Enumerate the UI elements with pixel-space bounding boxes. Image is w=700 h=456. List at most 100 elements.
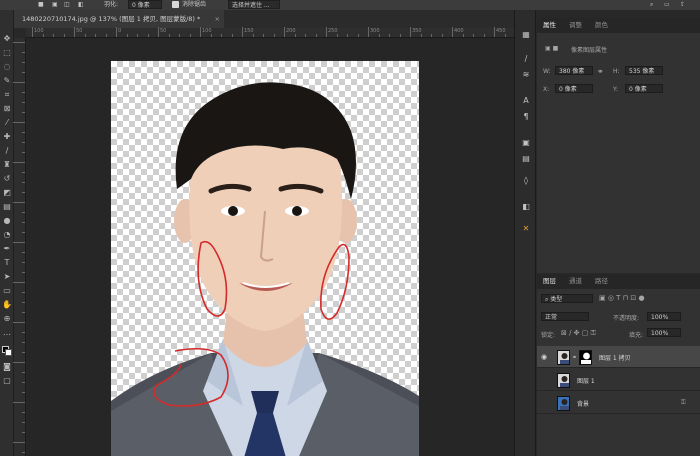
lock-icon[interactable]: ⚿ xyxy=(681,399,686,407)
pen-tool-icon[interactable]: ✒ xyxy=(2,244,12,254)
actions-panel-icon[interactable]: ▣ xyxy=(521,138,531,148)
ruler-tick xyxy=(273,34,275,37)
ruler-tick xyxy=(22,172,25,173)
tab-channels[interactable]: 通道 xyxy=(569,274,582,289)
feather-input[interactable]: 0 像素 xyxy=(128,0,162,9)
brush-tool-icon[interactable]: ∕ xyxy=(2,146,12,156)
ruler-tick xyxy=(84,34,86,37)
more-tools-icon[interactable]: … xyxy=(2,328,12,338)
intersect-selection-icon[interactable]: ◧ xyxy=(78,0,84,9)
history-panel-icon[interactable]: ▦ xyxy=(521,30,531,40)
hand-tool-icon[interactable]: ✋ xyxy=(2,300,12,310)
ruler-tick xyxy=(22,392,25,393)
ruler-tick xyxy=(22,132,25,133)
crop-tool-icon[interactable]: ⌗ xyxy=(2,90,12,100)
new-selection-icon[interactable]: ▣ xyxy=(52,0,58,9)
ruler-tick xyxy=(452,27,453,37)
ruler-tick xyxy=(137,34,138,37)
width-input[interactable]: 380 像素 xyxy=(555,66,593,75)
tab-color[interactable]: 颜色 xyxy=(595,18,608,33)
document-tab[interactable]: 1480220710174.jpg @ 137% (图层 1 拷贝, 图层蒙版/… xyxy=(14,10,224,28)
ruler-tick xyxy=(22,222,25,223)
navigator-icon[interactable]: ◧ xyxy=(521,202,531,212)
mask-link-icon[interactable]: ⚭ xyxy=(572,354,577,361)
ruler-tick xyxy=(42,34,44,37)
antialias-checkbox[interactable] xyxy=(172,0,179,9)
link-icon[interactable]: ⚭ xyxy=(597,67,604,76)
brush-presets-icon[interactable]: ≋ xyxy=(521,70,531,80)
move-tool-icon[interactable]: ✥ xyxy=(2,34,12,44)
tab-properties[interactable]: 属性 xyxy=(543,18,556,33)
lasso-tool-icon[interactable]: ◌ xyxy=(2,62,12,72)
eyedropper-tool-icon[interactable]: ⁄ xyxy=(2,118,12,128)
eraser-tool-icon[interactable]: ◩ xyxy=(2,188,12,198)
frame-tool-icon[interactable]: ⊠ xyxy=(2,104,12,114)
fill-input[interactable]: 100% xyxy=(647,328,681,337)
quick-select-tool-icon[interactable]: ✎ xyxy=(2,76,12,86)
layer-filter-select[interactable]: ⌕ 类型 xyxy=(541,294,593,303)
dodge-tool-icon[interactable]: ◔ xyxy=(2,230,12,240)
layer-thumbnail xyxy=(557,350,570,365)
healing-brush-icon[interactable]: ✚ xyxy=(2,132,12,142)
opacity-label: 不透明度: xyxy=(613,315,640,322)
portrait-thumb-icon xyxy=(560,353,569,364)
ruler-tick xyxy=(22,372,25,373)
y-input[interactable]: 0 像素 xyxy=(625,84,663,93)
mask-thumbnail[interactable] xyxy=(579,350,592,365)
lock-icons[interactable]: ⊠ ∕ ✥ ▢ ⚿ xyxy=(561,329,596,338)
ruler-tick xyxy=(22,192,25,193)
share-icon[interactable]: ⇪ xyxy=(680,0,685,9)
blur-tool-icon[interactable]: ● xyxy=(2,216,12,226)
tab-paths[interactable]: 路径 xyxy=(595,274,608,289)
panel-icon-strip: ▦ ∕ ≋ A ¶ ▣ ▤ ◊ ◧ ✕ xyxy=(514,10,536,456)
tool-preset-icon[interactable]: ■ xyxy=(38,0,44,9)
ruler-tick xyxy=(105,34,107,37)
ruler-tick xyxy=(483,34,485,37)
workspace-icon[interactable]: ▭ xyxy=(664,0,670,9)
mask-shape-icon xyxy=(581,352,591,364)
blend-mode-select[interactable]: 正常 xyxy=(541,312,589,321)
type-tool-icon[interactable]: T xyxy=(2,258,12,268)
close-icon[interactable]: × xyxy=(215,10,220,28)
search-icon[interactable]: ⌕ xyxy=(650,0,653,9)
history-brush-icon[interactable]: ↺ xyxy=(2,174,12,184)
color-swatches-icon[interactable] xyxy=(2,346,12,356)
tab-adjustments[interactable]: 调整 xyxy=(569,18,582,33)
rectangle-tool-icon[interactable]: ▭ xyxy=(2,286,12,296)
document-canvas[interactable] xyxy=(111,61,419,456)
screen-mode-icon[interactable]: ▢ xyxy=(2,376,12,386)
path-select-icon[interactable]: ➤ xyxy=(2,272,12,282)
quick-mask-icon[interactable]: ◙ xyxy=(2,362,12,372)
x-input[interactable]: 0 像素 xyxy=(555,84,593,93)
brush-settings-icon[interactable]: ∕ xyxy=(521,54,531,64)
clone-stamp-icon[interactable]: ♜ xyxy=(2,160,12,170)
ruler-tick xyxy=(22,352,25,353)
add-selection-icon[interactable]: ◫ xyxy=(64,0,70,9)
ruler-tick xyxy=(22,52,25,53)
canvas-area[interactable] xyxy=(26,38,514,456)
ruler-tick xyxy=(22,312,25,313)
select-and-mask-button[interactable]: 选择并遮住 ... xyxy=(228,0,280,9)
info-panel-icon[interactable]: ▤ xyxy=(521,154,531,164)
eye-icon[interactable]: ◉ xyxy=(541,353,547,361)
gradient-tool-icon[interactable]: ▤ xyxy=(2,202,12,212)
ruler-tick xyxy=(22,302,25,303)
layer-row-layer1[interactable]: 图层 1 xyxy=(537,369,700,391)
layer-name[interactable]: 图层 1 拷贝 xyxy=(599,353,631,362)
tools-crossed-icon[interactable]: ✕ xyxy=(521,224,531,234)
zoom-tool-icon[interactable]: ⊕ xyxy=(2,314,12,324)
tab-layers[interactable]: 图层 xyxy=(543,274,556,289)
filter-icons[interactable]: ▣ ◎ T ⊓ ⊡ ● xyxy=(599,294,645,302)
layer-name[interactable]: 图层 1 xyxy=(577,376,595,385)
paragraph-panel-icon[interactable]: ¶ xyxy=(521,112,531,122)
options-bar: ■ ▣ ◫ ◧ 羽化: 0 像素 消除锯齿 选择并遮住 ... ⌕ ▭ ⇪ xyxy=(0,0,700,10)
layer-name[interactable]: 背景 xyxy=(577,399,589,408)
light-bulb-icon[interactable]: ◊ xyxy=(521,176,531,186)
layer-row-copy[interactable]: ◉ ⚭ 图层 1 拷贝 xyxy=(537,346,700,368)
character-panel-icon[interactable]: A xyxy=(521,96,531,106)
opacity-input[interactable]: 100% xyxy=(647,312,681,321)
ruler-tick xyxy=(368,27,369,37)
layer-row-background[interactable]: 背景 ⚿ xyxy=(537,392,700,414)
height-input[interactable]: 535 像素 xyxy=(625,66,663,75)
marquee-tool-icon[interactable]: ⬚ xyxy=(2,48,12,58)
